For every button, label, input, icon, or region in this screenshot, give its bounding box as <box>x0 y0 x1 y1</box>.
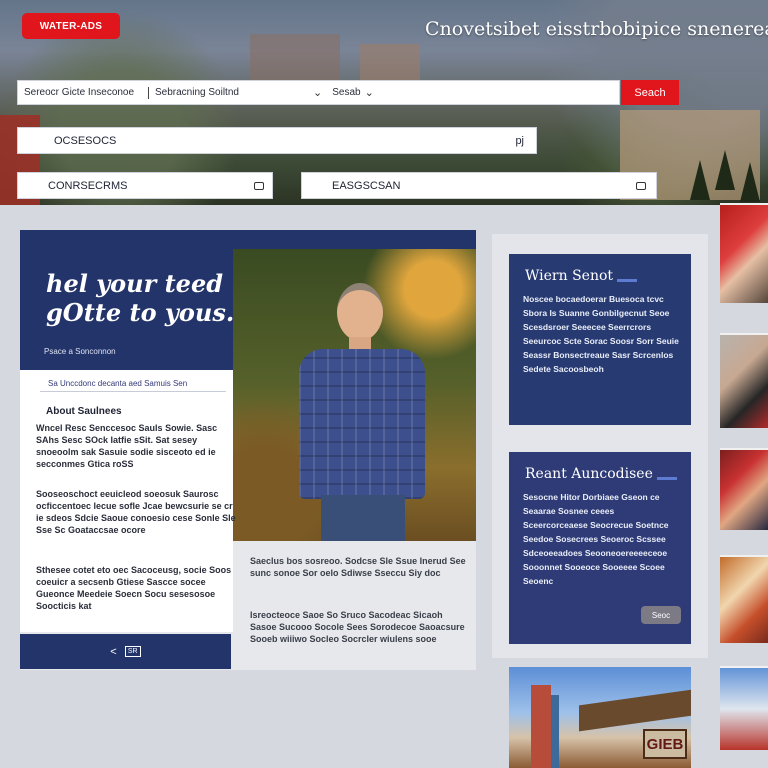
background-tree <box>740 162 760 202</box>
article-paragraph: Wncel Resc Senccesoc Sauls Sowie. Sasc S… <box>36 423 218 469</box>
venue-roof <box>579 688 691 732</box>
caption-paragraph: Isreocteoce Saoe So Sruco Sacodeac Sicao… <box>250 610 465 644</box>
dropdown-icon[interactable] <box>636 181 646 190</box>
person-shirt <box>299 349 425 499</box>
brand-logo[interactable]: WATER-ADS <box>22 13 120 39</box>
prev-arrow-icon[interactable]: < <box>110 646 116 658</box>
title-underline <box>656 476 677 480</box>
article-paragraph: Sooseoschoct eeuicleod soeosuk Saurosc o… <box>36 489 236 535</box>
chevron-down-icon[interactable]: ⌄ <box>361 86 378 99</box>
feature-photo[interactable] <box>233 249 476 541</box>
divider <box>40 391 226 392</box>
background-building <box>360 44 420 84</box>
chevron-down-icon[interactable]: ⌄ <box>309 86 326 99</box>
promo-title-text: Reant Auncodisee <box>525 466 653 482</box>
person-legs <box>321 495 405 541</box>
background-tree <box>690 160 710 200</box>
filter-field-wide-label: OCSESOCS <box>54 134 117 147</box>
search-segment-type[interactable]: Sesab ⌄ <box>326 81 619 104</box>
search-button[interactable]: Seach <box>621 80 679 105</box>
search-segment-location-label: Sebracning Soiltnd <box>155 87 239 98</box>
article-heading: About Saulnees <box>46 406 122 417</box>
search-segment-type-label: Sesab <box>332 87 361 98</box>
feature-subline: Psace a Sonconnon <box>44 347 116 356</box>
filter-field-right-label: EASGSCSAN <box>332 179 401 192</box>
feature-banner <box>20 230 476 249</box>
thumbnail[interactable] <box>720 203 768 303</box>
article-meta: Sa Unccdonc decanta aed Samuis Sen <box>48 379 188 388</box>
thumbnail[interactable] <box>720 448 768 530</box>
caption-paragraph: Saeclus bos sosreoo. Sodcse Sle Ssue Ine… <box>250 556 466 578</box>
search-segment-category[interactable]: Sereocr Gicte Inseconoe <box>18 81 148 104</box>
venue-photo[interactable]: GIEB <box>509 667 691 768</box>
promo-card-announcements[interactable]: Reant Auncodisee Sesocne Hitor Dorbiaee … <box>509 452 691 644</box>
dropdown-icon[interactable] <box>254 181 264 190</box>
pager-bar: < SR <box>20 634 231 669</box>
filter-field-left[interactable]: CONRSECRMS <box>17 172 273 199</box>
header-tagline: Cnovetsibet eisstrbobipice snenerea <box>425 18 768 40</box>
promo-title-text: Wiern Senot <box>525 268 614 284</box>
venue-tower <box>531 685 551 768</box>
article-paragraph: Sthesee cotet eto oec Sacoceusg, socie S… <box>36 565 232 611</box>
feature-headline: hel your teed gOtte to yous. <box>46 269 235 327</box>
filter-field-right[interactable]: EASGSCSAN <box>301 172 657 199</box>
title-underline <box>617 278 638 282</box>
filter-field-wide[interactable]: OCSESOCS pj <box>17 127 537 154</box>
person-head <box>337 283 383 341</box>
search-bar[interactable]: Sereocr Gicte Inseconoe Sebracning Soilt… <box>17 80 620 105</box>
background-tree <box>715 150 735 190</box>
thumbnail[interactable] <box>720 555 768 643</box>
promo-text: Noscee bocaedoerar Buesoca tcvc Sbora Is… <box>523 294 679 374</box>
venue-sign: GIEB <box>643 729 687 759</box>
search-segment-location[interactable]: Sebracning Soiltnd <box>149 81 309 104</box>
filter-field-wide-suffix: pj <box>515 134 524 147</box>
article-column: Sa Unccdonc decanta aed Samuis Sen About… <box>20 370 236 632</box>
filter-field-left-label: CONRSECRMS <box>48 179 128 192</box>
promo-title: Reant Auncodisee <box>525 466 677 482</box>
thumbnail[interactable] <box>720 333 768 428</box>
promo-button[interactable]: Seoc <box>641 606 681 624</box>
promo-title: Wiern Senot <box>525 268 638 284</box>
venue-tower <box>551 695 559 768</box>
thumbnail[interactable] <box>720 666 768 750</box>
feature-headline-block: hel your teed gOtte to yous. Psace a Son… <box>20 249 235 370</box>
promo-text: Sesocne Hitor Dorbiaee Gseon ce Seaarae … <box>523 492 669 586</box>
background-building <box>250 34 340 84</box>
promo-card-events[interactable]: Wiern Senot Noscee bocaedoerar Buesoca t… <box>509 254 691 425</box>
page-indicator[interactable]: SR <box>124 646 141 657</box>
photo-caption: Saeclus bos sosreoo. Sodcse Sle Ssue Ine… <box>250 555 470 645</box>
